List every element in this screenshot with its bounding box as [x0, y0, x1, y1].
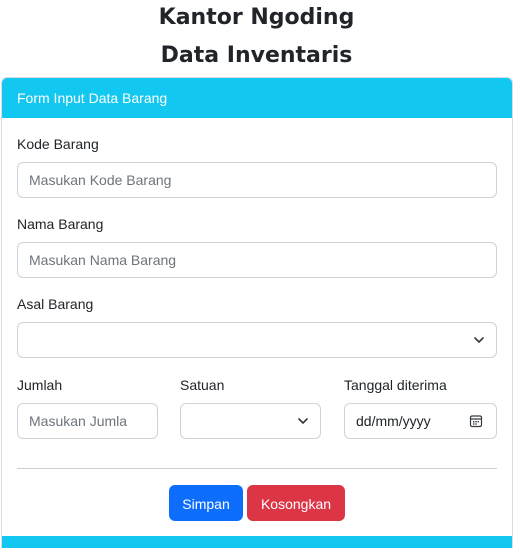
tanggal-placeholder: dd/mm/yyyy [356, 413, 431, 429]
asal-barang-select[interactable] [17, 322, 497, 358]
save-button[interactable]: Simpan [169, 485, 243, 521]
nama-barang-placeholder: Masukan Nama Barang [29, 252, 177, 268]
asal-barang-label: Asal Barang [17, 296, 94, 312]
form-card: Form Input Data Barang Kode Barang Masuk… [1, 77, 513, 548]
form-divider [17, 468, 497, 469]
kode-barang-label: Kode Barang [17, 136, 99, 152]
card-header: Form Input Data Barang [2, 78, 512, 118]
jumlah-input[interactable]: Masukan Jumla [17, 403, 158, 439]
page-title: Kantor Ngoding [158, 5, 355, 30]
card-footer [2, 536, 512, 548]
tanggal-date-input[interactable]: dd/mm/yyyy [344, 403, 497, 439]
satuan-select[interactable] [180, 403, 321, 439]
kode-barang-input[interactable]: Masukan Kode Barang [17, 162, 497, 198]
satuan-label: Satuan [180, 377, 225, 393]
chevron-down-icon [298, 418, 308, 424]
tanggal-label: Tanggal diterima [344, 377, 447, 393]
page: Kantor Ngoding Data Inventaris Form Inpu… [0, 0, 513, 548]
page-subtitle: Data Inventaris [160, 43, 353, 68]
nama-barang-input[interactable]: Masukan Nama Barang [17, 242, 497, 278]
nama-barang-label: Nama Barang [17, 216, 104, 232]
jumlah-placeholder: Masukan Jumla [29, 413, 128, 429]
calendar-icon[interactable] [469, 414, 483, 428]
chevron-down-icon [474, 337, 484, 343]
clear-button[interactable]: Kosongkan [247, 485, 345, 521]
jumlah-label: Jumlah [17, 377, 63, 393]
kode-barang-placeholder: Masukan Kode Barang [29, 172, 172, 188]
